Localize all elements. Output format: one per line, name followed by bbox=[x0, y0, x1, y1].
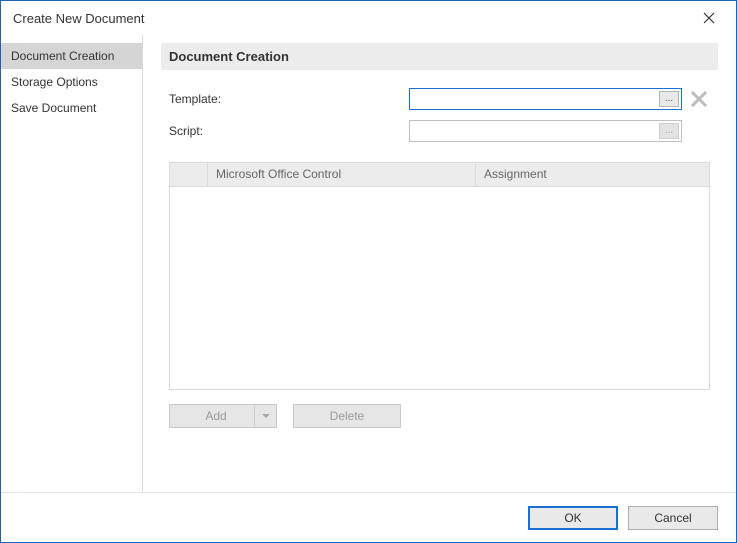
template-input[interactable]: ... bbox=[409, 88, 682, 110]
table-header: Microsoft Office Control Assignment bbox=[170, 163, 709, 187]
sidebar: Document Creation Storage Options Save D… bbox=[1, 35, 143, 492]
section-header: Document Creation bbox=[161, 43, 718, 70]
template-field-wrap: ... bbox=[409, 88, 710, 110]
delete-button-label: Delete bbox=[330, 409, 365, 423]
main-panel: Document Creation Template: ... S bbox=[143, 35, 736, 492]
template-label: Template: bbox=[169, 92, 409, 106]
table-body bbox=[170, 187, 709, 389]
sidebar-item-label: Document Creation bbox=[11, 49, 114, 63]
row-template: Template: ... bbox=[161, 88, 718, 110]
script-label: Script: bbox=[169, 124, 409, 138]
sidebar-item-label: Save Document bbox=[11, 101, 96, 115]
close-button[interactable] bbox=[694, 6, 724, 30]
sidebar-item-storage-options[interactable]: Storage Options bbox=[1, 69, 142, 95]
dialog-footer: OK Cancel bbox=[1, 492, 736, 542]
add-button: Add bbox=[169, 404, 277, 428]
cancel-button-label: Cancel bbox=[654, 511, 691, 525]
chevron-down-icon bbox=[262, 412, 270, 420]
template-clear-button[interactable] bbox=[688, 88, 710, 110]
table-header-spacer bbox=[170, 163, 208, 186]
cancel-button[interactable]: Cancel bbox=[628, 506, 718, 530]
ok-button[interactable]: OK bbox=[528, 506, 618, 530]
dialog-body: Document Creation Storage Options Save D… bbox=[1, 35, 736, 492]
script-browse-button: ... bbox=[659, 123, 679, 139]
table-actions: Add Delete bbox=[161, 390, 718, 428]
assignments-table: Microsoft Office Control Assignment bbox=[169, 162, 710, 390]
x-icon bbox=[690, 90, 708, 108]
dialog-create-new-document: Create New Document Document Creation St… bbox=[0, 0, 737, 543]
delete-button: Delete bbox=[293, 404, 401, 428]
template-browse-button[interactable]: ... bbox=[659, 91, 679, 107]
add-button-dropdown bbox=[254, 405, 276, 427]
table-header-col-assignment[interactable]: Assignment bbox=[476, 163, 709, 186]
sidebar-item-label: Storage Options bbox=[11, 75, 98, 89]
script-input[interactable]: ... bbox=[409, 120, 682, 142]
close-icon bbox=[703, 12, 715, 24]
ok-button-label: OK bbox=[564, 511, 581, 525]
ellipsis-icon: ... bbox=[665, 125, 673, 136]
table-header-col-control[interactable]: Microsoft Office Control bbox=[208, 163, 476, 186]
row-script: Script: ... bbox=[161, 120, 718, 142]
sidebar-item-save-document[interactable]: Save Document bbox=[1, 95, 142, 121]
ellipsis-icon: ... bbox=[665, 93, 673, 104]
script-field-wrap: ... bbox=[409, 120, 710, 142]
titlebar: Create New Document bbox=[1, 1, 736, 35]
sidebar-item-document-creation[interactable]: Document Creation bbox=[1, 43, 142, 69]
window-title: Create New Document bbox=[13, 11, 145, 26]
